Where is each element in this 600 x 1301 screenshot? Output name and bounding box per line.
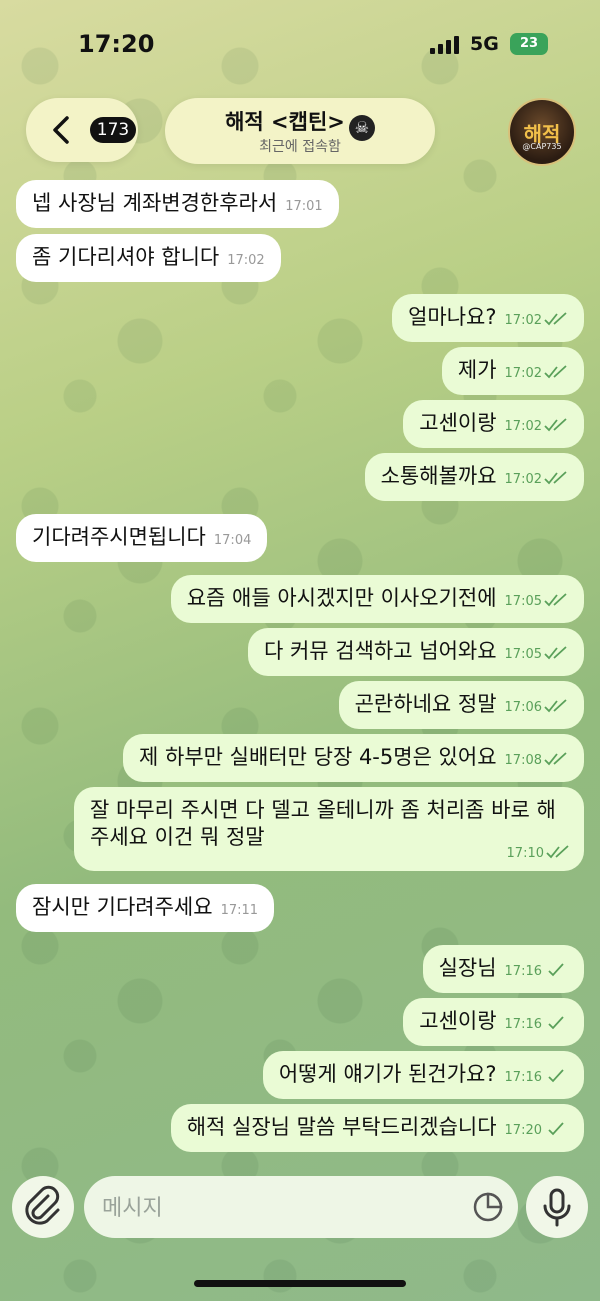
message-text: 넵 사장님 계좌변경한후라서	[32, 191, 278, 215]
message-text: 잘 마무리 주시면 다 델고 올테니까 좀 처리좀 바로 해주세요 이건 뭐 정…	[90, 798, 556, 850]
message-time: 17:16	[504, 964, 542, 979]
message-text: 요즘 애들 아시겠지만 이사오기전에	[186, 586, 497, 610]
message-text: 고센이랑	[419, 1009, 497, 1033]
check-icon	[548, 963, 564, 977]
message-text: 어떻게 얘기가 된건가요?	[278, 1062, 497, 1086]
message-time: 17:02	[227, 253, 265, 268]
message-time: 17:04	[213, 533, 252, 548]
unread-count-badge: 173	[90, 117, 136, 143]
message-text: 실장님	[438, 956, 497, 980]
message-text: 좀 기다리셔야 합니다	[32, 245, 220, 269]
message-time: 17:11	[220, 903, 259, 918]
chevron-left-icon	[53, 116, 69, 144]
message-time-wrap: 17:10	[507, 845, 570, 863]
message-text: 소통해볼까요	[380, 464, 497, 488]
message-time: 17:20	[504, 1123, 542, 1138]
check-icon	[548, 1122, 564, 1136]
message-incoming[interactable]: 기다려주시면됩니다 17:04	[16, 514, 268, 562]
message-input-container	[84, 1176, 518, 1240]
double-check-icon	[544, 752, 567, 766]
battery-level: 23	[519, 36, 539, 51]
message-time: 17:05	[504, 594, 542, 609]
message-outgoing[interactable]: 제 하부만 실배터만 당장 4-5명은 있어요 17:08	[123, 734, 584, 782]
message-text: 기다려주시면됩니다	[32, 525, 206, 549]
status-time: 17:20	[78, 30, 155, 58]
message-time: 17:08	[504, 753, 542, 768]
message-time: 17:02	[504, 313, 542, 328]
double-check-icon	[544, 418, 567, 432]
message-text: 제가	[457, 358, 497, 382]
chat-title: 해적 <캡틴>	[225, 110, 345, 134]
avatar-tag-text: @CAP735	[522, 142, 562, 151]
status-bar: 17:20 5G 23	[0, 0, 600, 90]
message-outgoing[interactable]: 얼마나요? 17:02	[392, 294, 584, 342]
avatar[interactable]: 해적 @CAP735	[508, 98, 576, 166]
double-check-icon	[544, 646, 567, 660]
double-check-icon	[544, 699, 567, 713]
paperclip-icon	[25, 1185, 60, 1225]
battery-icon: 23	[510, 33, 548, 55]
message-outgoing[interactable]: 요즘 애들 아시겠지만 이사오기전에 17:05	[170, 575, 584, 623]
message-input[interactable]	[100, 1176, 444, 1240]
signal-icon	[430, 36, 462, 54]
message-incoming[interactable]: 넵 사장님 계좌변경한후라서 17:01	[16, 180, 339, 228]
message-outgoing[interactable]: 제가 17:02	[441, 347, 584, 395]
double-check-icon	[544, 471, 567, 485]
message-outgoing[interactable]: 고센이랑 17:16	[403, 998, 584, 1046]
network-label: 5G	[470, 33, 499, 55]
message-time: 17:16	[504, 1070, 542, 1085]
message-text: 제 하부만 실배터만 당장 4-5명은 있어요	[139, 745, 497, 769]
back-button[interactable]: 173	[26, 98, 138, 162]
message-time: 17:16	[504, 1017, 542, 1032]
attach-button[interactable]	[12, 1176, 74, 1238]
double-check-icon	[546, 845, 569, 859]
double-check-icon	[544, 312, 567, 326]
message-text: 고센이랑	[419, 411, 497, 435]
microphone-icon	[543, 1188, 571, 1227]
check-icon	[548, 1016, 564, 1030]
message-outgoing[interactable]: 잘 마무리 주시면 다 델고 올테니까 좀 처리좀 바로 해주세요 이건 뭐 정…	[74, 787, 584, 871]
message-time: 17:06	[504, 700, 542, 715]
message-text: 얼마나요?	[408, 305, 497, 329]
double-check-icon	[544, 593, 567, 607]
message-time: 17:10	[506, 846, 544, 862]
message-text: 곤란하네요 정말	[354, 692, 497, 716]
chat-title-button[interactable]: 해적 <캡틴> ☠ 최근에 접속함	[165, 98, 435, 164]
last-seen-status: 최근에 접속함	[259, 139, 341, 155]
message-time: 17:02	[504, 419, 542, 434]
message-incoming[interactable]: 잠시만 기다려주세요 17:11	[16, 884, 275, 932]
message-outgoing[interactable]: 곤란하네요 정말 17:06	[338, 681, 584, 729]
message-outgoing[interactable]: 고센이랑 17:02	[403, 400, 584, 448]
message-time: 17:01	[285, 199, 323, 214]
message-outgoing[interactable]: 어떻게 얘기가 된건가요? 17:16	[262, 1051, 584, 1099]
message-outgoing[interactable]: 실장님 17:16	[422, 945, 584, 993]
message-text: 잠시만 기다려주세요	[32, 895, 213, 919]
check-icon	[548, 1069, 564, 1083]
sticker-icon[interactable]	[472, 1191, 504, 1223]
message-outgoing[interactable]: 소통해볼까요 17:02	[364, 453, 584, 501]
message-time: 17:05	[504, 647, 542, 662]
message-incoming[interactable]: 좀 기다리셔야 합니다 17:02	[16, 234, 281, 282]
message-text: 해적 실장님 말씀 부탁드리겠습니다	[186, 1115, 497, 1139]
double-check-icon	[544, 365, 567, 379]
microphone-button[interactable]	[526, 1176, 588, 1238]
message-outgoing[interactable]: 해적 실장님 말씀 부탁드리겠습니다 17:20	[170, 1104, 584, 1152]
home-indicator[interactable]	[194, 1280, 406, 1287]
message-time: 17:02	[504, 366, 542, 381]
message-text: 다 커뮤 검색하고 넘어와요	[263, 639, 497, 663]
message-time: 17:02	[504, 472, 542, 487]
message-outgoing[interactable]: 다 커뮤 검색하고 넘어와요 17:05	[247, 628, 584, 676]
